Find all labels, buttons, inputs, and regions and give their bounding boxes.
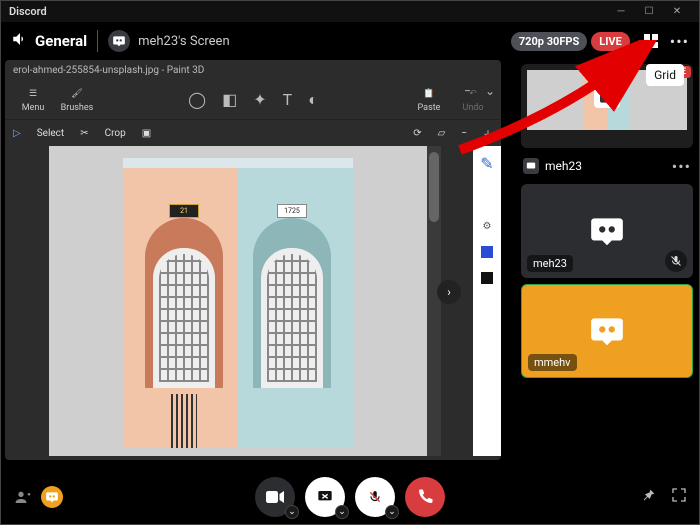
sliders-icon[interactable]: ⚙ [483, 221, 492, 232]
select-tool[interactable]: Select [37, 128, 64, 139]
plus-icon[interactable]: ＋ [483, 126, 493, 141]
app-title: Discord [9, 5, 47, 18]
text-icon[interactable]: T [283, 90, 293, 110]
paint3d-menu-button[interactable]: ☰ Menu [11, 86, 55, 113]
eyedropper-icon[interactable]: ⎯ [483, 187, 491, 207]
house-number-right: 1725 [277, 204, 307, 218]
participants-sidebar: LIVE meh23 ••• meh23 mmehv [515, 60, 699, 490]
main-stream: erol-ahmed-255854-unsplash.jpg - Paint 3… [1, 60, 515, 490]
stop-screenshare-button[interactable]: ⌄ [305, 477, 345, 517]
color-swatch-black[interactable] [481, 272, 493, 284]
close-icon[interactable]: ✕ [663, 2, 691, 22]
stream-title: meh23's Screen [138, 34, 230, 49]
cursor-icon[interactable]: ▷ [13, 128, 21, 139]
paint3d-window-controls: − ⌄ [464, 84, 495, 98]
discord-avatar-icon [588, 312, 626, 350]
grid-tooltip: Grid [646, 64, 684, 86]
minimize-icon[interactable]: ─ [607, 2, 635, 22]
participant-tile-2[interactable]: mmehv [521, 284, 693, 378]
minus-icon[interactable]: − [461, 128, 467, 139]
channel-name: General [35, 32, 87, 50]
discord-call-view: Discord ─ ☐ ✕ General meh23's Screen 720… [0, 0, 700, 525]
paint3d-canvas[interactable]: 21 1725 [49, 146, 427, 456]
self-avatar[interactable] [41, 486, 63, 508]
more-icon[interactable]: ••• [670, 32, 689, 51]
paint3d-window-title: erol-ahmed-255854-unsplash.jpg - Paint 3… [5, 60, 501, 80]
magic-select-icon[interactable]: ▣ [142, 128, 151, 139]
paste-icon: 📋 [421, 86, 437, 102]
marker-icon[interactable]: ✎ [480, 154, 493, 173]
shared-screen-content: erol-ahmed-255854-unsplash.jpg - Paint 3… [5, 60, 501, 460]
right-controls [641, 487, 687, 507]
participant-name-1: meh23 [527, 255, 573, 272]
window-titlebar: Discord ─ ☐ ✕ [0, 0, 700, 22]
mute-button[interactable]: ⌄ [355, 477, 395, 517]
effects-icon[interactable]: ◐ [308, 90, 318, 110]
hamburger-icon: ☰ [25, 86, 41, 102]
color-swatch-blue[interactable] [481, 246, 493, 258]
call-content: erol-ahmed-255854-unsplash.jpg - Paint 3… [0, 60, 700, 490]
chevron-down-icon[interactable]: ⌄ [335, 505, 349, 519]
grid-view-button[interactable] [638, 28, 664, 54]
maximize-icon[interactable]: ☐ [635, 2, 663, 22]
call-controls-bar: ⌄ ⌄ ⌄ [0, 469, 700, 525]
camera-icon [594, 88, 620, 108]
paint3d-mode-icons: ◯ ◧ ✦ T ◐ [188, 90, 318, 110]
photo-content: 21 1725 [123, 158, 353, 448]
brush-icon: 🖌 [69, 86, 85, 102]
mic-muted-icon[interactable] [665, 250, 687, 272]
participant-name-2: mmehv [528, 354, 577, 371]
paint3d-color-panel: ✎ ⎯ ⚙ [473, 146, 501, 456]
chevron-down-icon[interactable]: ⌄ [285, 505, 299, 519]
screen-username: meh23 [545, 159, 582, 173]
chevron-down-icon[interactable]: ⌄ [385, 505, 399, 519]
participant-more-icon[interactable]: ••• [672, 157, 691, 176]
house-number-left: 21 [169, 204, 199, 218]
speaker-icon [11, 30, 29, 52]
paint3d-paste-button[interactable]: 📋 Paste [407, 86, 451, 113]
screen-share-icon [523, 158, 539, 174]
paint3d-menubar: ☰ Menu 🖌 Brushes ◯ ◧ ✦ T ◐ [5, 80, 501, 120]
flip-icon[interactable]: ▱ [438, 128, 446, 139]
shapes-icon[interactable]: ◯ [188, 90, 206, 110]
p3d-minimize-icon[interactable]: − [464, 84, 471, 98]
crop-icon[interactable]: ✂ [80, 128, 88, 139]
streamer-avatar[interactable] [108, 30, 130, 52]
chevron-down-icon[interactable]: ⌄ [485, 84, 495, 98]
paint3d-toolbar: ▷ Select ✂ Crop ▣ ⟳ ▱ − ＋ [5, 120, 501, 146]
call-controls: ⌄ ⌄ ⌄ [255, 477, 445, 517]
add-user-button[interactable] [13, 489, 33, 505]
expand-panel-button[interactable]: › [437, 280, 461, 304]
paint3d-brushes-button[interactable]: 🖌 Brushes [55, 86, 99, 113]
fullscreen-icon[interactable] [671, 487, 687, 507]
call-header: General meh23's Screen 720p 30FPS LIVE •… [0, 22, 700, 60]
stream-quality-badge[interactable]: 720p 30FPS [511, 32, 587, 51]
rotate-icon[interactable]: ⟳ [413, 128, 421, 139]
pin-icon[interactable] [641, 487, 657, 507]
participant-tile-1[interactable]: meh23 [521, 184, 693, 278]
video-button[interactable]: ⌄ [255, 477, 295, 517]
hangup-button[interactable] [405, 477, 445, 517]
live-badge: LIVE [591, 32, 630, 51]
participant-screen-row[interactable]: meh23 ••• [521, 154, 693, 178]
paint3d-scrollbar[interactable] [427, 146, 441, 456]
3d-icon[interactable]: ◧ [222, 90, 237, 110]
crop-tool[interactable]: Crop [105, 128, 126, 139]
discord-avatar-icon [588, 212, 626, 250]
stickers-icon[interactable]: ✦ [253, 90, 266, 110]
